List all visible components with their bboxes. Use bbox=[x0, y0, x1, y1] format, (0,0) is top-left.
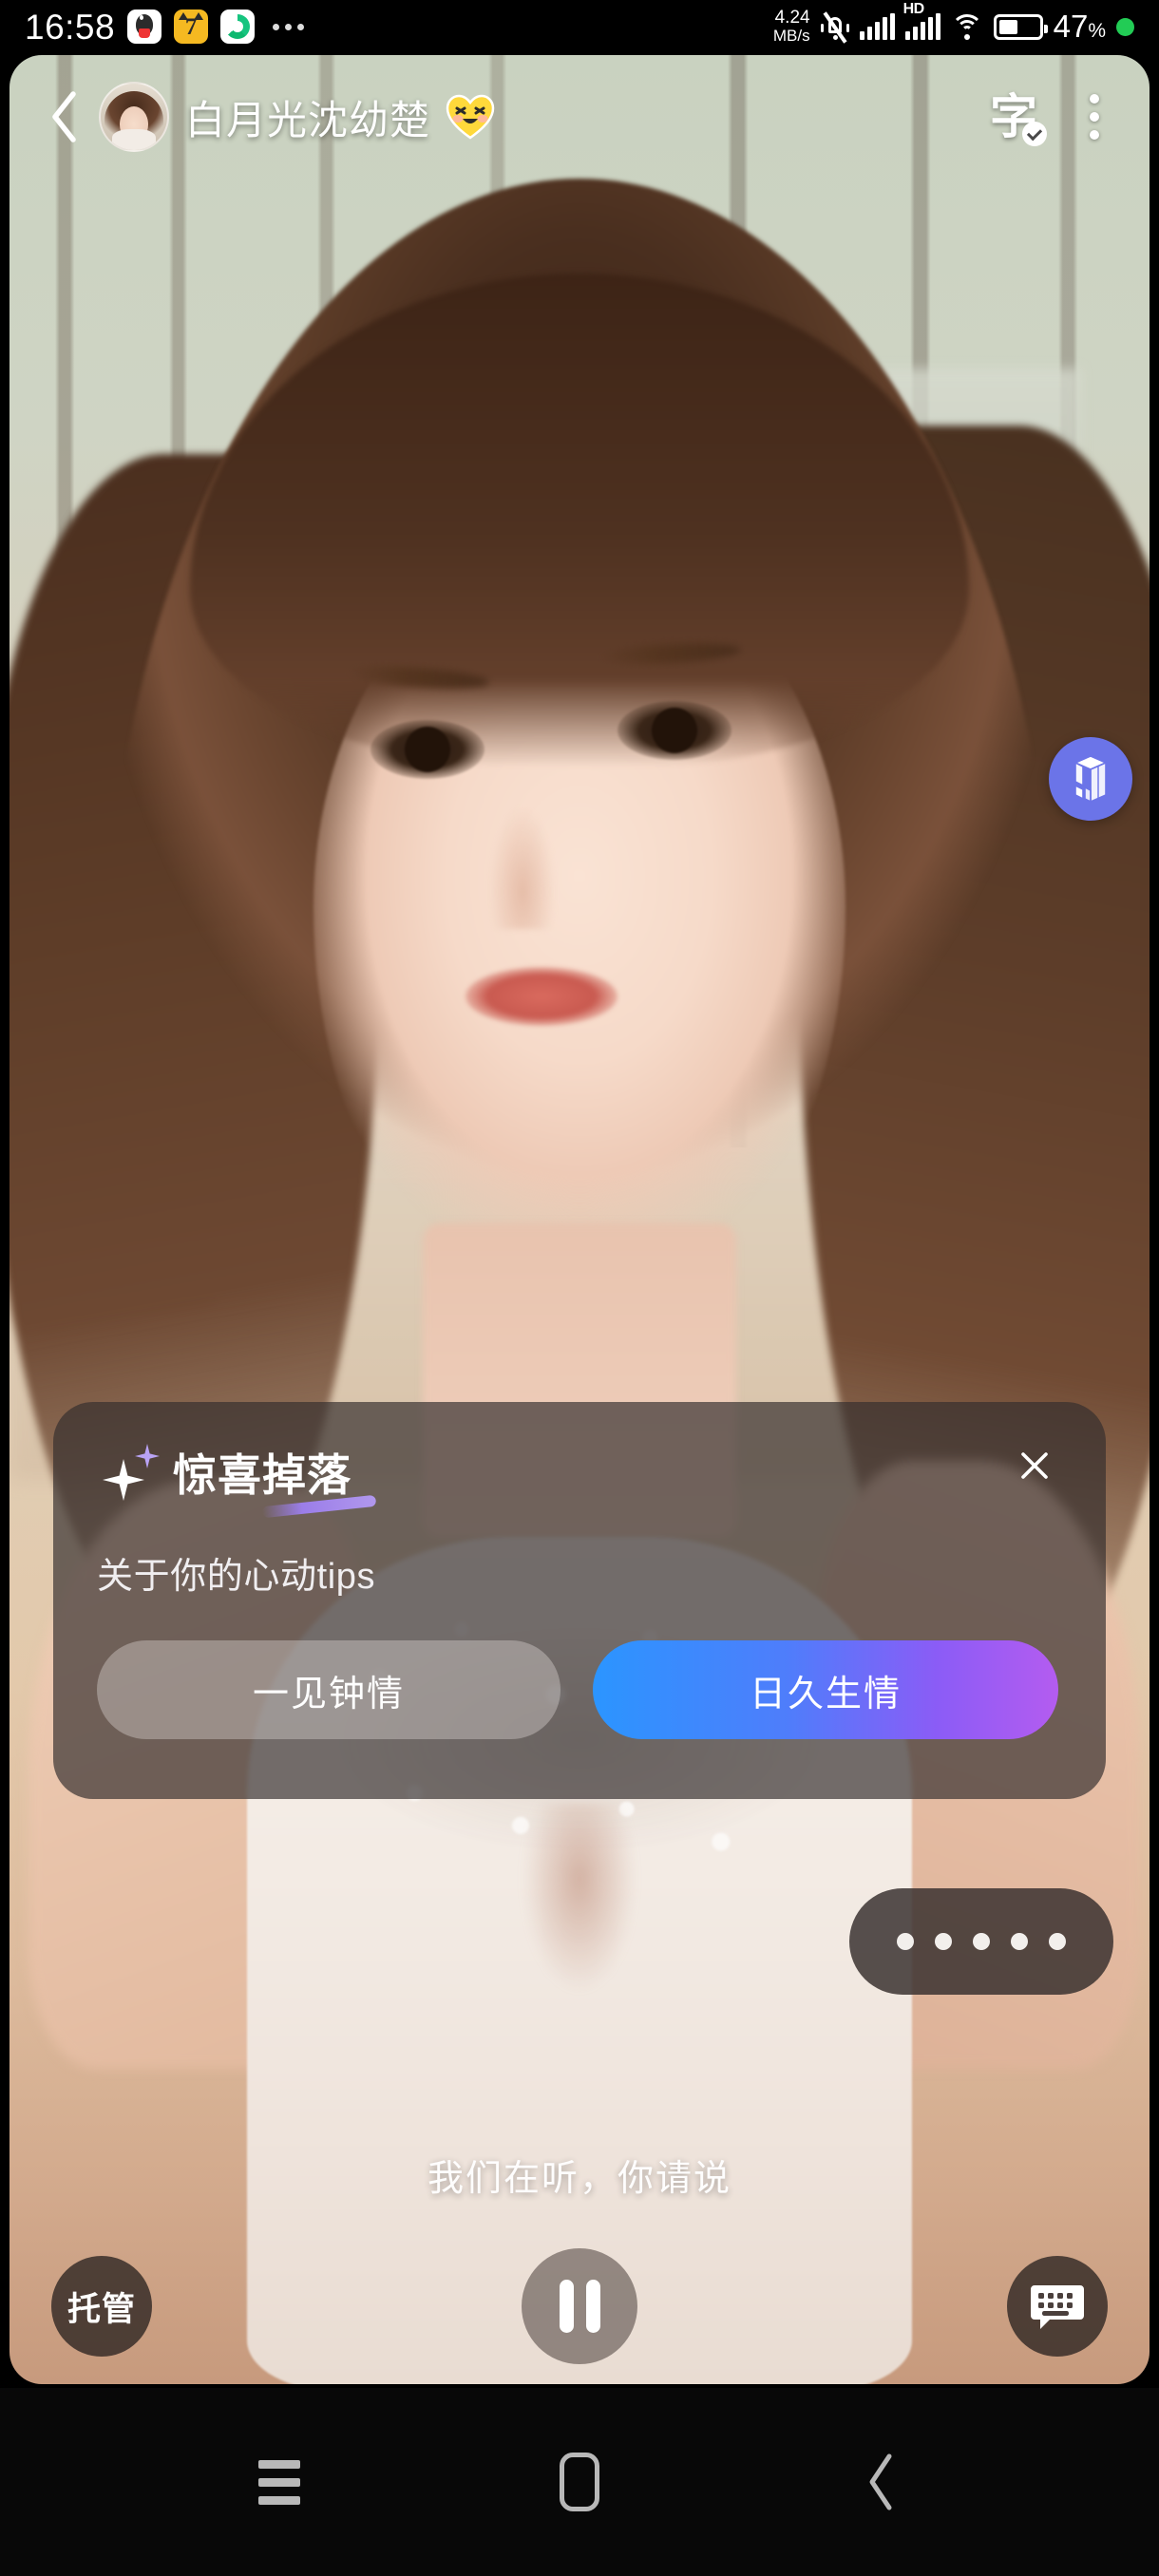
back-chevron-icon[interactable] bbox=[36, 89, 91, 144]
battery-icon bbox=[993, 13, 1048, 40]
android-navigation-bar bbox=[0, 2388, 1159, 2576]
voice-control-row: 托管 bbox=[10, 2221, 1150, 2384]
recording-indicator bbox=[1116, 17, 1134, 36]
status-time: 16:58 bbox=[25, 7, 116, 47]
typing-dots[interactable] bbox=[849, 1888, 1113, 1995]
back-icon[interactable] bbox=[834, 2436, 925, 2528]
avatar[interactable] bbox=[99, 82, 169, 152]
network-speed-value: 4.24 bbox=[774, 8, 810, 28]
top-navigation-bar: 白月光沈幼楚 字 bbox=[10, 55, 1150, 179]
surprise-card-actions: 一见钟情 日久生情 bbox=[97, 1640, 1062, 1739]
pause-icon bbox=[559, 2280, 600, 2333]
surprise-card-header: 惊喜掉落 bbox=[97, 1444, 1062, 1519]
network-speed: 4.24 MB/s bbox=[773, 9, 810, 45]
status-bar-right: 4.24 MB/s HD 47% bbox=[773, 1, 1134, 45]
check-badge-icon bbox=[1022, 122, 1047, 146]
keyboard-button[interactable] bbox=[1007, 2256, 1108, 2357]
network-speed-unit: MB/s bbox=[772, 27, 810, 45]
auto-host-button[interactable]: 托管 bbox=[51, 2256, 152, 2357]
seven-cat-icon: 7 bbox=[174, 9, 209, 44]
phone-screen: 16:58 7 4.24 MB/s HD 47% 白月光沈幼楚 字 惊喜掉落 关… bbox=[0, 0, 1159, 2576]
yellow-heart-face-emoji bbox=[446, 94, 495, 140]
recents-menu-icon[interactable] bbox=[234, 2436, 325, 2528]
surprise-card-subtitle: 关于你的心动tips bbox=[97, 1557, 376, 1597]
wifi-icon bbox=[950, 13, 983, 40]
status-bar-left: 16:58 7 bbox=[25, 7, 305, 47]
sparkle-icon bbox=[97, 1444, 160, 1506]
surprise-card-title: 惊喜掉落 bbox=[173, 1450, 377, 1519]
character-background-photo bbox=[10, 55, 1150, 2384]
cellular-signal-2-icon: HD bbox=[903, 1, 940, 40]
hd-label: HD bbox=[902, 1, 925, 17]
status-bar: 16:58 7 4.24 MB/s HD 47% bbox=[0, 0, 1159, 53]
more-apps-icon bbox=[273, 23, 305, 30]
close-icon[interactable] bbox=[1007, 1438, 1062, 1493]
green-swirl-icon bbox=[220, 9, 256, 44]
surprise-drop-card: 惊喜掉落 关于你的心动tips 一见钟情 日久生情 bbox=[53, 1402, 1106, 1799]
more-vertical-icon[interactable] bbox=[1066, 85, 1123, 148]
pause-button[interactable] bbox=[522, 2248, 637, 2364]
cellular-signal-icon bbox=[859, 13, 895, 40]
app-container: 白月光沈幼楚 字 惊喜掉落 关于你的心动tips 一见钟情 日久生情 我们在听，… bbox=[10, 55, 1150, 2384]
listening-hint: 我们在听，你请说 bbox=[427, 2159, 732, 2199]
home-icon[interactable] bbox=[534, 2436, 625, 2528]
page-title: 白月光沈幼楚 bbox=[185, 97, 431, 142]
battery-percent: 47% bbox=[1053, 9, 1106, 44]
cube-3d-icon[interactable] bbox=[1049, 737, 1132, 821]
mute-vibrate-icon bbox=[820, 10, 849, 44]
love-over-time-button[interactable]: 日久生情 bbox=[593, 1640, 1058, 1739]
love-at-first-sight-button[interactable]: 一见钟情 bbox=[97, 1640, 560, 1739]
auto-host-label: 托管 bbox=[66, 2290, 136, 2328]
qq-icon bbox=[127, 9, 162, 44]
subtitle-toggle-button[interactable]: 字 bbox=[982, 85, 1047, 148]
keyboard-icon bbox=[1031, 2283, 1084, 2329]
